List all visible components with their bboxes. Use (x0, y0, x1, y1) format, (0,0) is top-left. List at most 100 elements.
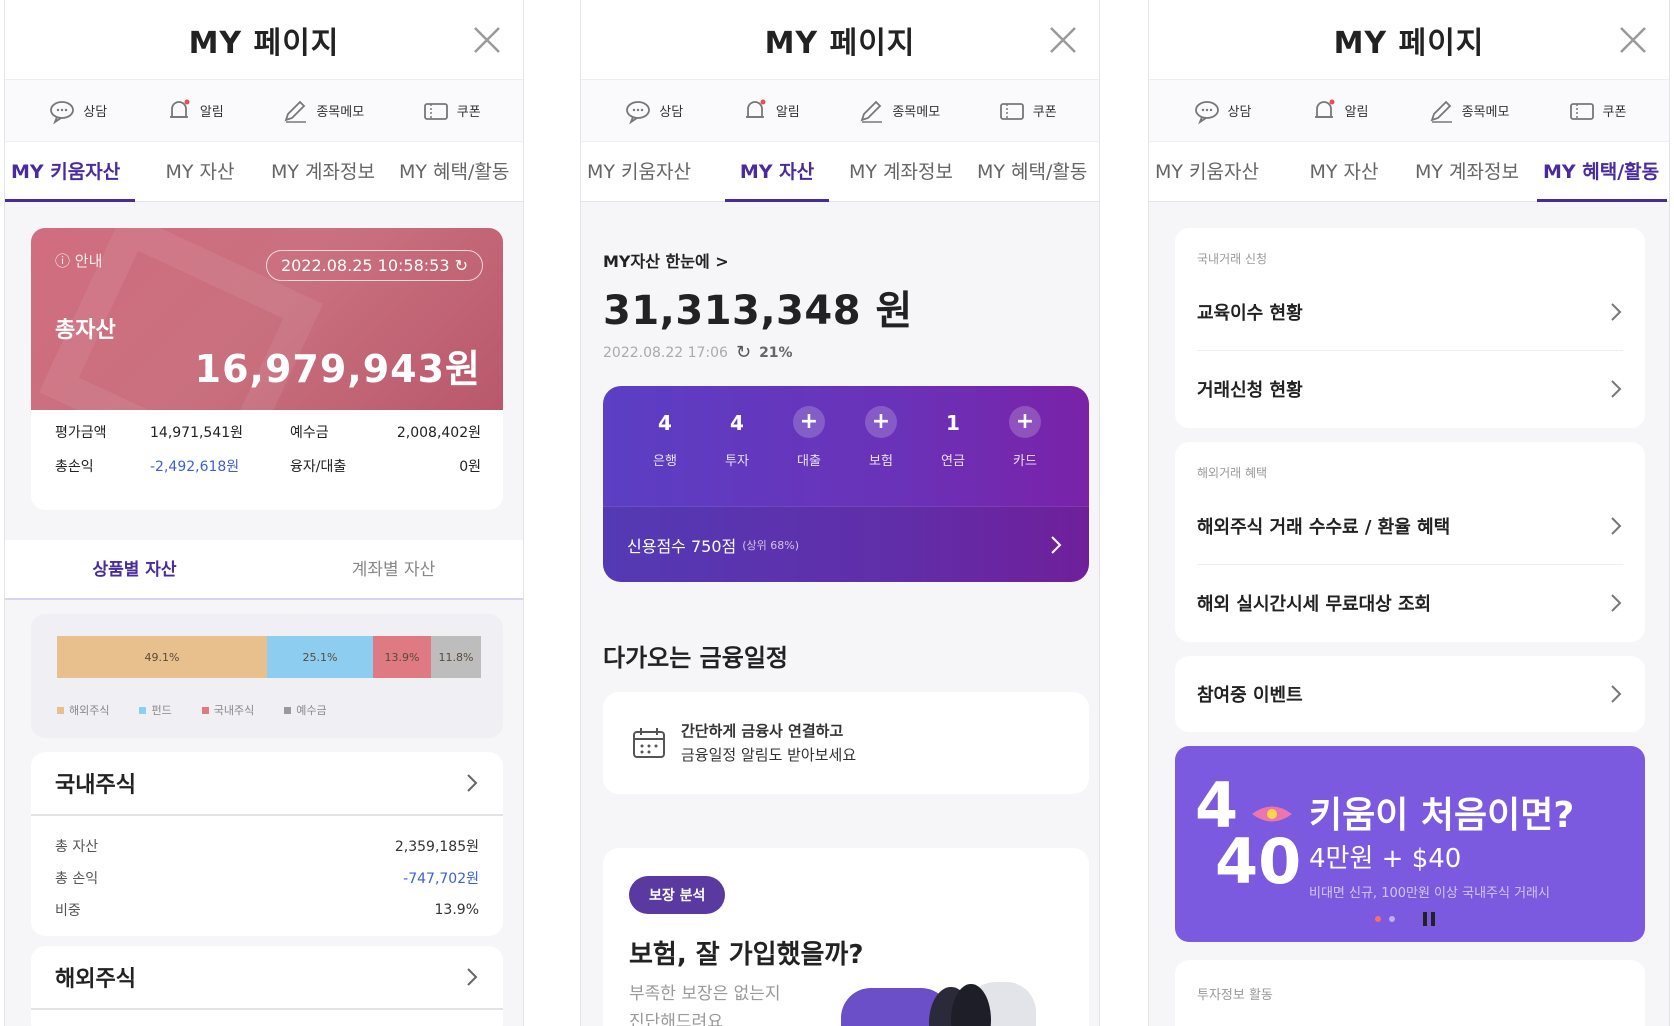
quick-consult-button[interactable]: 상담 (47, 96, 107, 126)
chevron-right-icon (467, 968, 478, 986)
quick-coupon-button[interactable]: 쿠폰 (1567, 96, 1626, 126)
domestic-stock-card: 국내주식 총 자산 2,359,185원 총 손익 -747,702원 비중 13.9… (31, 752, 503, 936)
category-loan[interactable]: + 대출 (779, 406, 839, 469)
quick-consult-label: 상담 (659, 105, 684, 120)
domestic-stock-header[interactable]: 국내주식 (31, 752, 503, 816)
schedule-text: 간단하게 금융사 연결하고 금융일정 알림도 받아보세요 (681, 719, 856, 767)
item-label: 교육이수 현황 (1197, 303, 1303, 324)
allocation-chart-card: 49.1% 25.1% 13.9% 11.8% 해외주식 펀드 국내주식 예수금 (31, 614, 503, 738)
pause-icon[interactable] (1423, 912, 1435, 926)
assets-total-amount: 31,313,348 원 (603, 288, 913, 334)
tab-my-kiwoom-assets[interactable]: MY 키움자산 (581, 142, 711, 202)
quick-coupon-button[interactable]: 쿠폰 (997, 96, 1057, 126)
close-icon[interactable] (1047, 24, 1079, 56)
tab-my-kiwoom-assets[interactable]: MY 키움자산 (5, 142, 135, 202)
quick-consult-button[interactable]: 상담 (1192, 96, 1251, 126)
summary-value: -2,492,618원 (150, 459, 240, 475)
quick-alarm-button[interactable]: 알림 (1309, 96, 1369, 126)
close-icon[interactable] (1617, 24, 1649, 56)
refresh-icon[interactable]: ↻ (736, 342, 751, 363)
schedule-title: 다가오는 금융일정 (603, 644, 788, 672)
quick-menu-bar: 상담 알림 종목메모 쿠폰 (1149, 80, 1669, 142)
tab-my-benefits[interactable]: MY 혜택/활동 (393, 142, 523, 202)
asset-datetime: 2022.08.25 10:58:53 (280, 256, 450, 275)
category-invest[interactable]: 4 투자 (707, 406, 767, 469)
tab-my-benefits[interactable]: MY 혜택/활동 (971, 142, 1099, 202)
quick-memo-button[interactable]: 종목메모 (856, 96, 940, 126)
row-value: 2,359,185원 (394, 839, 479, 855)
bar-segment-domestic: 13.9% (373, 636, 431, 678)
chevron-right-icon (1051, 535, 1062, 554)
quick-alarm-button[interactable]: 알림 (740, 96, 800, 126)
banner-fine-print: 비대면 신규, 100만원 이상 국내주식 거래시 (1309, 886, 1550, 901)
banner-number-40: 40 (1215, 825, 1302, 898)
insurance-sub-2: 진단해드려요 (629, 1012, 723, 1026)
overseas-stock-header[interactable]: 해외주식 (31, 946, 503, 1010)
plus-icon: + (793, 406, 825, 438)
calendar-icon (633, 728, 665, 758)
quick-memo-button[interactable]: 종목메모 (280, 96, 364, 126)
schedule-connect-card[interactable]: 간단하게 금융사 연결하고 금융일정 알림도 받아보세요 (603, 692, 1089, 794)
overseas-fee-benefit-item[interactable]: 해외주식 거래 수수료 / 환율 혜택 (1197, 488, 1623, 564)
group-caption: 국내거래 신청 (1197, 252, 1268, 266)
page-title: MY 페이지 (1333, 25, 1485, 61)
credit-score: 신용점수 750점 (627, 536, 737, 556)
subtab-by-product[interactable]: 상품별 자산 (5, 540, 264, 598)
subtab-by-account[interactable]: 계좌별 자산 (264, 540, 523, 598)
credit-score-row[interactable]: 신용점수 750점 (상위 68%) (603, 506, 1089, 582)
assets-timestamp: 2022.08.22 17:06 (603, 344, 728, 361)
coupon-icon (999, 102, 1024, 120)
quick-coupon-button[interactable]: 쿠폰 (421, 96, 481, 126)
quick-memo-button[interactable]: 종목메모 (1426, 96, 1509, 126)
quick-alarm-label: 알림 (1344, 105, 1369, 120)
overseas-stock-card: 해외주식 (31, 946, 503, 1026)
plus-icon: + (865, 406, 897, 438)
insurance-title: 보험, 잘 가입했을까? (629, 940, 864, 970)
close-icon[interactable] (471, 24, 503, 56)
category-card[interactable]: + 카드 (995, 406, 1055, 469)
category-label: 투자 (725, 454, 749, 469)
trade-request-status-item[interactable]: 거래신청 현황 (1197, 350, 1623, 426)
tab-my-assets[interactable]: MY 자산 (725, 142, 829, 202)
category-label: 보험 (869, 454, 893, 469)
refresh-datetime-button[interactable]: 2022.08.25 10:58:53 ↻ (265, 250, 483, 281)
page-header: MY 페이지 (5, 0, 523, 80)
chevron-right-icon (1611, 379, 1622, 398)
category-insurance[interactable]: + 보험 (851, 406, 911, 469)
tab-my-benefits[interactable]: MY 혜택/활동 (1537, 142, 1667, 202)
row-value: -747,702원 (403, 871, 479, 887)
insurance-analysis-card[interactable]: 보장 분석 보험, 잘 가입했을까? 부족한 보장은 없는지 진단해드려요 (603, 848, 1089, 1026)
legend-label: 국내주식 (213, 704, 255, 717)
plus-icon: + (1009, 406, 1041, 438)
tab-my-account-info[interactable]: MY 계좌정보 (265, 142, 393, 202)
legend-item: 국내주식 (201, 702, 255, 718)
quick-menu-bar: 상담 알림 종목메모 쿠폰 (581, 80, 1099, 142)
pencil-icon (284, 100, 307, 123)
insurance-illustration-icon (841, 982, 1036, 1026)
page-title: MY 페이지 (188, 25, 340, 61)
bar-segment-fund: 25.1% (267, 636, 373, 678)
participating-event-item[interactable]: 참여중 이벤트 (1197, 656, 1623, 732)
category-pension[interactable]: 1 연금 (923, 406, 983, 469)
category-bank[interactable]: 4 은행 (635, 406, 695, 469)
legend-label: 해외주식 (69, 704, 110, 717)
assets-overview-link[interactable]: MY자산 한눈에 > (603, 248, 729, 272)
notice-label[interactable]: ⓘ 안내 (55, 250, 102, 271)
tab-my-kiwoom-assets[interactable]: MY 키움자산 (1149, 142, 1279, 202)
overseas-realtime-quote-item[interactable]: 해외 실시간시세 무료대상 조회 (1197, 564, 1623, 640)
promo-banner[interactable]: 4 40 키움이 처음이면? 4만원 + $40 비대면 신규, 100만원 이… (1175, 746, 1645, 942)
summary-value: 14,971,541원 (150, 425, 244, 441)
row-label: 총 자산 (55, 839, 99, 855)
total-asset-card: ⓘ 안내 2022.08.25 10:58:53 ↻ 총자산 16,979,94… (31, 228, 503, 410)
tab-my-account-info[interactable]: MY 계좌정보 (1409, 142, 1537, 202)
quick-consult-label: 상담 (83, 105, 108, 120)
quick-alarm-label: 알림 (775, 105, 800, 120)
quick-alarm-button[interactable]: 알림 (164, 96, 224, 126)
tab-my-account-info[interactable]: MY 계좌정보 (843, 142, 971, 202)
tab-my-assets[interactable]: MY 자산 (135, 142, 265, 202)
quick-consult-button[interactable]: 상담 (623, 96, 683, 126)
education-status-item[interactable]: 교육이수 현황 (1197, 274, 1623, 350)
tab-my-assets[interactable]: MY 자산 (1279, 142, 1409, 202)
insurance-pill: 보장 분석 (629, 876, 726, 914)
domestic-stock-title: 국내주식 (55, 773, 136, 798)
